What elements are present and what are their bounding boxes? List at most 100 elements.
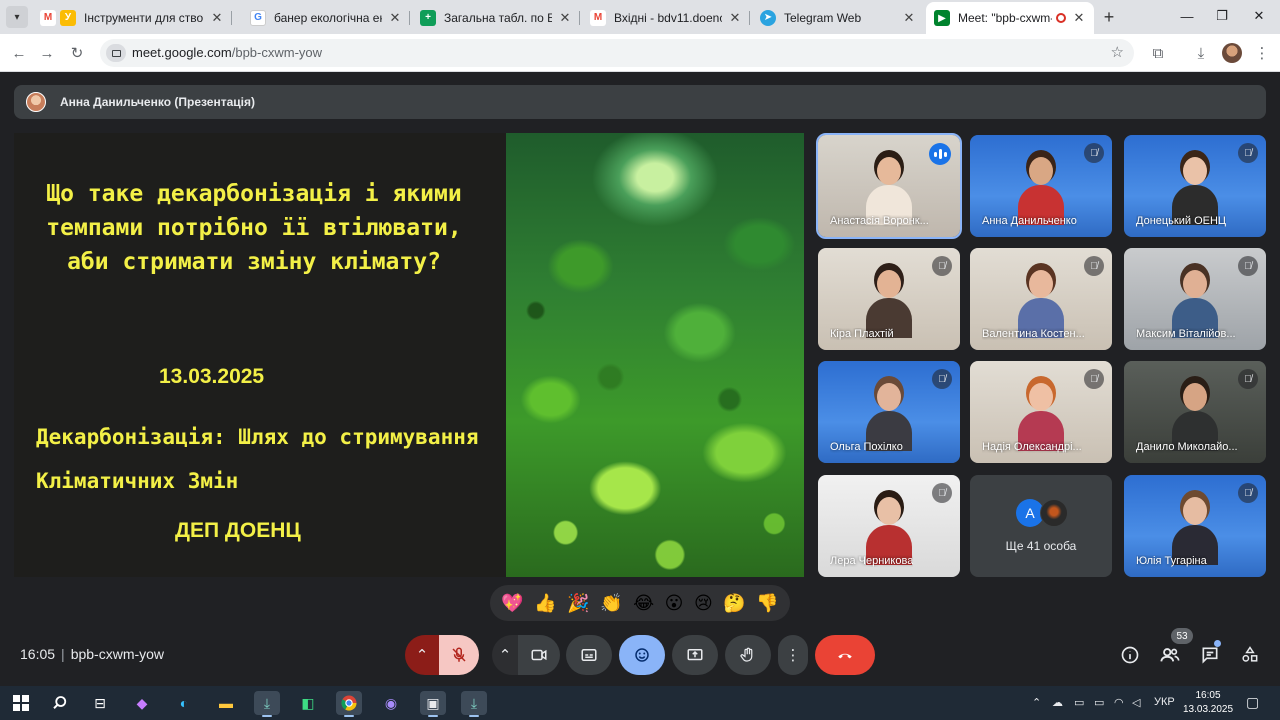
bookmark-star-icon[interactable]: ☆ bbox=[1111, 43, 1124, 61]
reaction-emoji[interactable]: 👏 bbox=[600, 594, 622, 612]
url-text[interactable]: meet.google.com/bpb-cxwm-yow bbox=[132, 45, 322, 60]
close-tab-icon[interactable]: ✕ bbox=[558, 10, 572, 26]
tray-app-icon[interactable]: ▭ bbox=[1074, 696, 1084, 709]
meeting-details-info-icon[interactable] bbox=[1117, 642, 1143, 668]
onedrive-cloud-icon[interactable]: ☁ bbox=[1052, 696, 1063, 709]
profile-avatar[interactable] bbox=[1222, 43, 1242, 63]
raise-hand-button[interactable] bbox=[725, 635, 771, 675]
people-icon[interactable] bbox=[1157, 642, 1183, 668]
present-screen-button[interactable] bbox=[672, 635, 718, 675]
viber-icon[interactable]: ◉ bbox=[378, 691, 404, 715]
search-icon[interactable] bbox=[47, 691, 73, 715]
new-tab-plus-icon[interactable]: + bbox=[1098, 6, 1120, 28]
maximize-icon[interactable]: ❐ bbox=[1207, 6, 1237, 26]
mic-off-button[interactable] bbox=[439, 635, 479, 675]
address-bar[interactable]: meet.google.com/bpb-cxwm-yow ☆ bbox=[100, 39, 1134, 67]
chat-notification-dot bbox=[1214, 640, 1221, 647]
browser-tab-2[interactable]: G банер екологічна експе ✕ bbox=[242, 4, 410, 31]
participant-tile[interactable]: Юлія Тугаріна 🎙̸ bbox=[1124, 475, 1266, 577]
close-tab-icon[interactable]: ✕ bbox=[1072, 10, 1086, 26]
whatsapp-business-icon[interactable]: ◧ bbox=[295, 691, 321, 715]
input-language[interactable]: УКР bbox=[1154, 696, 1175, 708]
site-info-camera-icon[interactable] bbox=[106, 44, 126, 62]
browser-tab-1[interactable]: M У Інструменти для створен ✕ bbox=[32, 4, 232, 31]
app-download-icon-2[interactable]: ⤓ bbox=[461, 691, 487, 717]
extensions-puzzle-icon[interactable]: ⧉ bbox=[1148, 43, 1168, 63]
reaction-emoji[interactable]: 🤔 bbox=[723, 594, 745, 612]
participant-name: Максим Віталійов... bbox=[1136, 328, 1236, 340]
camera-button[interactable] bbox=[518, 635, 560, 675]
yandex-icon: У bbox=[60, 9, 76, 26]
browser-tab-3[interactable]: + Загальна табл. по БДВ - ✕ bbox=[412, 4, 580, 31]
minimize-icon[interactable]: — bbox=[1172, 6, 1202, 26]
reaction-emoji[interactable]: 👍 bbox=[534, 594, 556, 612]
more-menu-icon[interactable]: ⋮ bbox=[1252, 43, 1272, 63]
participant-figure bbox=[1172, 383, 1218, 451]
browser-toolbar: ← → ↻ meet.google.com/bpb-cxwm-yow ☆ ⧉ ⤓… bbox=[0, 34, 1280, 72]
presentation-slide: Що таке декарбонізація і якими темпами п… bbox=[14, 133, 804, 577]
notifications-icon[interactable]: ▢ bbox=[1246, 694, 1259, 711]
volume-icon[interactable]: ◁ bbox=[1132, 696, 1140, 709]
participant-name: Валентина Костен... bbox=[982, 328, 1085, 340]
task-view-icon[interactable]: ⊟ bbox=[87, 691, 113, 715]
tray-chevron-icon[interactable]: ⌃ bbox=[1032, 696, 1041, 709]
participant-tile[interactable]: Анна Данильченко 🎙̸ bbox=[970, 135, 1112, 237]
copilot-icon[interactable]: ◆ bbox=[129, 691, 155, 715]
close-tab-icon[interactable]: ✕ bbox=[902, 10, 916, 26]
battery-icon[interactable]: ▭ bbox=[1094, 696, 1104, 709]
participant-figure bbox=[1018, 383, 1064, 451]
more-options-button[interactable]: ⋮ bbox=[778, 635, 808, 675]
participant-tile[interactable]: Кіра Плахтій 🎙̸ bbox=[818, 248, 960, 350]
participant-tile[interactable]: Лера Черникова 🎙̸ bbox=[818, 475, 960, 577]
close-window-icon[interactable]: ✕ bbox=[1244, 6, 1274, 26]
participant-tile[interactable]: Валентина Костен... 🎙̸ bbox=[970, 248, 1112, 350]
camera-options-chevron-icon[interactable]: ⌃ bbox=[492, 635, 518, 675]
participant-tile[interactable]: Данило Миколайо... 🎙̸ bbox=[1124, 361, 1266, 463]
tab-title: Meet: "bpb-cxwm-yo bbox=[958, 11, 1052, 25]
forward-arrow-icon[interactable]: → bbox=[36, 42, 58, 64]
reaction-emoji[interactable]: 😮 bbox=[665, 594, 684, 612]
download-icon[interactable]: ⤓ bbox=[1191, 43, 1211, 63]
participant-tile[interactable]: Анастасія Воронк... bbox=[816, 133, 962, 239]
meeting-time: 16:05 bbox=[20, 646, 56, 662]
reload-icon[interactable]: ↻ bbox=[66, 42, 88, 64]
tab-title: банер екологічна експе bbox=[274, 10, 382, 25]
edge-icon[interactable]: ◐ bbox=[171, 691, 197, 715]
tab-search-chevron-icon[interactable]: ▾ bbox=[6, 6, 28, 28]
photos-app-icon[interactable]: ▣ bbox=[420, 691, 446, 717]
presenter-avatar bbox=[26, 92, 46, 112]
close-tab-icon[interactable]: ✕ bbox=[388, 10, 402, 26]
participant-tile[interactable]: Надія Олександрі... 🎙̸ bbox=[970, 361, 1112, 463]
app-download-icon[interactable]: ⤓ bbox=[254, 691, 280, 717]
reaction-emoji[interactable]: 👎 bbox=[756, 594, 778, 612]
mic-muted-icon: 🎙̸ bbox=[1238, 369, 1258, 389]
reactions-button[interactable] bbox=[619, 635, 665, 675]
wifi-icon[interactable]: ◠ bbox=[1114, 696, 1124, 709]
reaction-emoji[interactable]: 💖 bbox=[501, 594, 523, 612]
participant-tile[interactable]: Ольга Похілко 🎙̸ bbox=[818, 361, 960, 463]
participant-tile[interactable]: Донецький ОЕНЦ 🎙̸ bbox=[1124, 135, 1266, 237]
mic-muted-icon: 🎙̸ bbox=[1238, 256, 1258, 276]
captions-button[interactable] bbox=[566, 635, 612, 675]
more-participants-tile[interactable]: A Ще 41 особа bbox=[970, 475, 1112, 577]
reaction-emoji[interactable]: 🎉 bbox=[567, 594, 589, 612]
reaction-emoji[interactable]: 😢 bbox=[694, 594, 713, 612]
browser-tab-5[interactable]: ➤ Telegram Web ✕ bbox=[752, 4, 924, 31]
participant-tile[interactable]: Максим Віталійов... 🎙̸ bbox=[1124, 248, 1266, 350]
speaking-indicator-icon bbox=[929, 143, 951, 165]
google-icon: G bbox=[250, 9, 266, 26]
meeting-info: 16:05 | bpb-cxwm-yow bbox=[20, 646, 165, 662]
file-explorer-icon[interactable]: ▬ bbox=[213, 691, 239, 715]
close-tab-icon[interactable]: ✕ bbox=[728, 10, 742, 26]
mic-options-chevron-icon[interactable]: ⌃ bbox=[405, 635, 439, 675]
browser-tab-active-meet[interactable]: ▶ Meet: "bpb-cxwm-yo ✕ bbox=[926, 2, 1094, 34]
chrome-icon[interactable] bbox=[336, 691, 362, 717]
leave-call-button[interactable] bbox=[815, 635, 875, 675]
close-tab-icon[interactable]: ✕ bbox=[210, 10, 224, 26]
browser-tab-4[interactable]: M Вхідні - bdv11.doenc@gr ✕ bbox=[582, 4, 750, 31]
taskbar-clock[interactable]: 16:05 13.03.2025 bbox=[1183, 689, 1233, 717]
back-arrow-icon[interactable]: ← bbox=[8, 42, 30, 64]
reaction-emoji[interactable]: 😂 bbox=[633, 594, 654, 612]
windows-start-icon[interactable] bbox=[8, 691, 34, 715]
activities-shapes-icon[interactable] bbox=[1237, 642, 1263, 668]
